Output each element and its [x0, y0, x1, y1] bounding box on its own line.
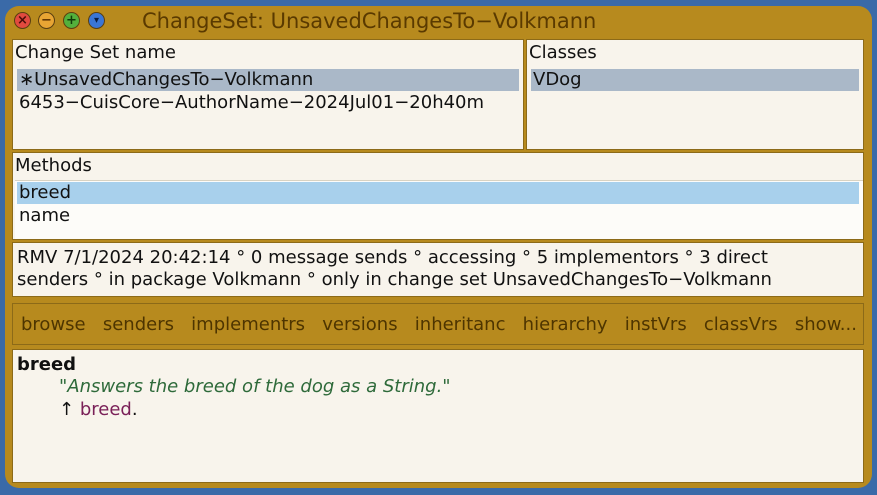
- method-item-name[interactable]: name: [17, 205, 859, 227]
- window-title: ChangeSet: UnsavedChangesTo−Volkmann: [142, 9, 597, 33]
- methods-pane-title: Methods: [15, 155, 92, 176]
- hierarchy-button[interactable]: hierarchy: [523, 314, 608, 335]
- close-icon[interactable]: ×: [14, 12, 31, 29]
- method-item-breed[interactable]: breed: [17, 182, 859, 204]
- method-info-pane: RMV 7/1/2024 20:42:14 ° 0 message sends …: [12, 242, 864, 297]
- change-set-item-cuiscore[interactable]: 6453−CuisCore−AuthorName−2024Jul01−20h40…: [17, 92, 519, 114]
- class-vars-button[interactable]: classVrs: [704, 314, 778, 335]
- changeset-window: × − + ▾ ChangeSet: UnsavedChangesTo−Volk…: [5, 6, 872, 488]
- window-menu-icon[interactable]: ▾: [88, 12, 105, 29]
- title-bar[interactable]: × − + ▾ ChangeSet: UnsavedChangesTo−Volk…: [5, 6, 872, 38]
- maximize-icon[interactable]: +: [63, 12, 80, 29]
- methods-pane: Methods breed name: [12, 152, 864, 240]
- change-set-pane: Change Set name ∗UnsavedChangesTo−Volkma…: [12, 39, 524, 150]
- code-comment: "Answers the breed of the dog as a Strin…: [59, 376, 451, 397]
- class-item-vdog[interactable]: VDog: [531, 69, 859, 91]
- code-return-variable: breed: [79, 399, 132, 420]
- browse-button[interactable]: browse: [21, 314, 86, 335]
- code-return-statement: ↑ breed.: [59, 399, 138, 420]
- inheritance-button[interactable]: inheritanc: [415, 314, 506, 335]
- change-set-pane-title: Change Set name: [15, 42, 176, 63]
- code-method-name: breed: [17, 354, 77, 375]
- browser-toolbar: browse senders implementrs versions inhe…: [12, 303, 864, 345]
- return-arrow-icon: ↑: [59, 399, 75, 420]
- method-info-line-2: senders ° in package Volkmann ° only in …: [17, 269, 772, 290]
- inst-vars-button[interactable]: instVrs: [625, 314, 687, 335]
- code-editor-pane[interactable]: breed "Answers the breed of the dog as a…: [12, 349, 864, 483]
- senders-button[interactable]: senders: [103, 314, 174, 335]
- change-set-item-unsaved[interactable]: ∗UnsavedChangesTo−Volkmann: [17, 69, 519, 91]
- classes-pane: Classes VDog: [526, 39, 864, 150]
- versions-button[interactable]: versions: [322, 314, 397, 335]
- implementors-button[interactable]: implementrs: [191, 314, 305, 335]
- code-terminator: .: [131, 399, 138, 420]
- method-info-text: RMV 7/1/2024 20:42:14 ° 0 message sends …: [17, 247, 859, 291]
- method-info-line-1: RMV 7/1/2024 20:42:14 ° 0 message sends …: [17, 247, 768, 268]
- show-button[interactable]: show...: [795, 314, 857, 335]
- minimize-icon[interactable]: −: [38, 12, 55, 29]
- classes-pane-title: Classes: [529, 42, 597, 63]
